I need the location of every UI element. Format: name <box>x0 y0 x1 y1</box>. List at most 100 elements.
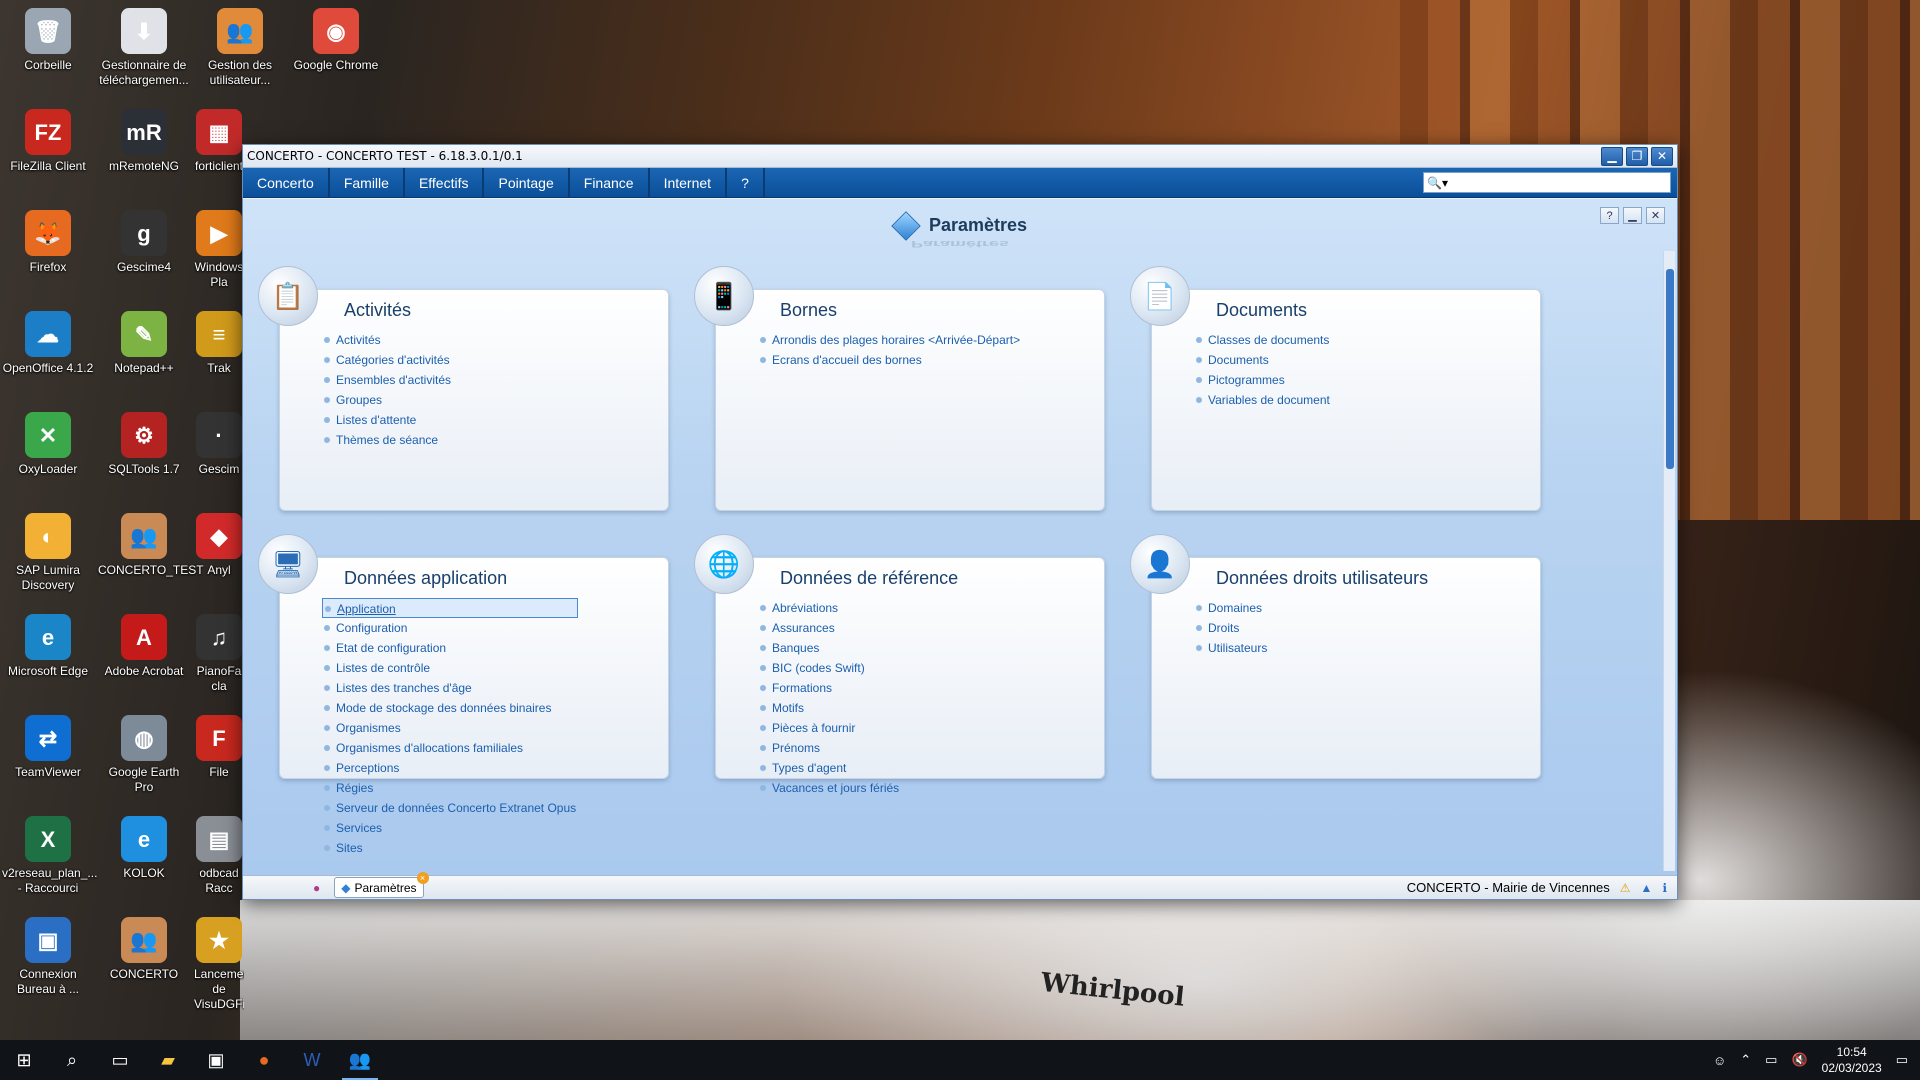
menu-pointage[interactable]: Pointage <box>484 167 570 198</box>
notification-icon[interactable]: ▭ <box>1896 1052 1908 1068</box>
panel-link[interactable]: Droits <box>1194 618 1267 638</box>
volume-muted-icon[interactable]: 🔇 <box>1791 1052 1807 1068</box>
panel-link[interactable]: Formations <box>758 678 899 698</box>
desktop-icon[interactable]: 👥 CONCERTO_TEST <box>98 513 204 578</box>
desktop-icon[interactable]: ▤ odbcad Racc <box>194 816 244 896</box>
terminal-icon[interactable]: ▣ <box>192 1040 240 1080</box>
menu-finance[interactable]: Finance <box>570 167 650 198</box>
start-icon[interactable]: ⊞ <box>0 1040 48 1080</box>
panel-link[interactable]: Thèmes de séance <box>322 430 451 450</box>
desktop-icon[interactable]: ♫ PianoFa cla <box>194 614 244 694</box>
desktop-icon[interactable]: Xv2reseau_plan_... - Raccourci <box>2 816 97 896</box>
desktop-icon[interactable]: 👥 CONCERTO <box>98 917 190 982</box>
panel-link[interactable]: Serveur de données Concerto Extranet Opu… <box>322 798 578 818</box>
desktop-icon[interactable]: ✎ Notepad++ <box>98 311 190 376</box>
desktop-icon[interactable]: ⇄ TeamViewer <box>2 715 94 780</box>
panel-link[interactable]: Activités <box>322 330 451 350</box>
menu-concerto[interactable]: Concerto <box>243 167 330 198</box>
search-input[interactable]: 🔍▾ <box>1423 172 1671 193</box>
panel-link[interactable]: Etat de configuration <box>322 638 578 658</box>
panel-link[interactable]: Application <box>322 598 578 618</box>
panel-link[interactable]: Motifs <box>758 698 899 718</box>
desktop-icon[interactable]: 🦊 Firefox <box>2 210 94 275</box>
desktop-icon[interactable]: · Gescim <box>194 412 244 477</box>
search-icon[interactable]: 🔍▾ <box>1427 176 1448 190</box>
desktop-icon[interactable]: ☁ OpenOffice 4.1.2 <box>2 311 94 376</box>
minimize-panel-icon[interactable]: ▁ <box>1623 207 1642 224</box>
panel-link[interactable]: Listes de contrôle <box>322 658 578 678</box>
panel-link[interactable]: Ecrans d'accueil des bornes <box>758 350 1020 370</box>
chevron-up-icon[interactable]: ⌃ <box>1740 1052 1751 1068</box>
panel-link[interactable]: Variables de document <box>1194 390 1330 410</box>
clock[interactable]: 10:54 02/03/2023 <box>1822 1044 1882 1076</box>
panel-link[interactable]: Pièces à fournir <box>758 718 899 738</box>
panel-link[interactable]: Perceptions <box>322 758 578 778</box>
search-icon[interactable]: ⌕ <box>48 1040 96 1080</box>
concerto-taskbar-icon[interactable]: 👥 <box>336 1040 384 1080</box>
word-icon[interactable]: W <box>288 1040 336 1080</box>
desktop-icon[interactable]: ▶ Windows Pla <box>194 210 244 290</box>
desktop-icon[interactable]: ⬇ Gestionnaire de téléchargemen... <box>98 8 190 88</box>
window-titlebar[interactable]: CONCERTO - CONCERTO TEST - 6.18.3.0.1/0.… <box>243 145 1677 168</box>
desktop-icon[interactable]: ◉ Google Chrome <box>290 8 382 73</box>
panel-link[interactable]: Vacances et jours fériés <box>758 778 899 798</box>
desktop-icon[interactable]: 👥 Gestion des utilisateur... <box>194 8 286 88</box>
desktop-icon[interactable]: ▣ Connexion Bureau à ... <box>2 917 94 997</box>
people-icon[interactable]: ☺ <box>1713 1053 1726 1068</box>
desktop-icon[interactable]: e Microsoft Edge <box>2 614 94 679</box>
desktop-icon[interactable]: F File <box>194 715 244 780</box>
panel-link[interactable]: Arrondis des plages horaires <Arrivée-Dé… <box>758 330 1020 350</box>
task-view-icon[interactable]: ▭ <box>96 1040 144 1080</box>
panel-link[interactable]: BIC (codes Swift) <box>758 658 899 678</box>
desktop-icon[interactable]: 🗑 Corbeille <box>2 8 94 73</box>
panel-link[interactable]: Utilisateurs <box>1194 638 1267 658</box>
open-tab-parametres[interactable]: ◆ Paramètres × <box>334 872 429 898</box>
panel-link[interactable]: Organismes <box>322 718 578 738</box>
desktop-icon[interactable]: ≡ Trak <box>194 311 244 376</box>
panel-link[interactable]: Listes des tranches d'âge <box>322 678 578 698</box>
desktop-icon[interactable]: ▦ forticlient <box>194 109 244 174</box>
panel-link[interactable]: Classes de documents <box>1194 330 1330 350</box>
firefox-icon[interactable]: ● <box>240 1040 288 1080</box>
minimize-button[interactable]: ▁ <box>1601 146 1623 166</box>
file-explorer-icon[interactable]: ▰ <box>144 1040 192 1080</box>
panel-link[interactable]: Organismes d'allocations familiales <box>322 738 578 758</box>
panel-link[interactable]: Prénoms <box>758 738 899 758</box>
desktop-icon[interactable]: mR mRemoteNG <box>98 109 190 174</box>
info-icon[interactable]: ℹ <box>1662 881 1667 895</box>
desktop-icon[interactable]: ⚙ SQLTools 1.7 <box>98 412 190 477</box>
panel-link[interactable]: Listes d'attente <box>322 410 451 430</box>
desktop-icon[interactable]: ◐ SAP Lumira Discovery <box>2 513 94 593</box>
panel-link[interactable]: Services <box>322 818 578 838</box>
panel-link[interactable]: Types d'agent <box>758 758 899 778</box>
panel-link[interactable]: Groupes <box>322 390 451 410</box>
desktop-icon[interactable]: A Adobe Acrobat <box>98 614 190 679</box>
desktop-icon[interactable]: FZ FileZilla Client <box>2 109 94 174</box>
panel-link[interactable]: Ensembles d'activités <box>322 370 451 390</box>
vertical-scrollbar[interactable] <box>1663 251 1675 871</box>
menu-help[interactable]: ? <box>727 167 765 198</box>
user-icon[interactable]: ▲ <box>1641 881 1653 895</box>
panel-link[interactable]: Catégories d'activités <box>322 350 451 370</box>
panel-link[interactable]: Pictogrammes <box>1194 370 1330 390</box>
network-icon[interactable]: ▭ <box>1765 1052 1777 1068</box>
close-button[interactable]: ✕ <box>1651 146 1673 166</box>
panel-link[interactable]: Domaines <box>1194 598 1267 618</box>
desktop-icon[interactable]: g Gescime4 <box>98 210 190 275</box>
desktop-icon[interactable]: ★Lancement de VisuDGFiP <box>194 917 244 1012</box>
desktop-icon[interactable]: e KOLOK <box>98 816 190 881</box>
scrollbar-thumb[interactable] <box>1666 269 1674 469</box>
warning-icon[interactable]: ⚠ <box>1620 881 1631 895</box>
menu-famille[interactable]: Famille <box>330 167 405 198</box>
panel-link[interactable]: Mode de stockage des données binaires <box>322 698 578 718</box>
panel-link[interactable]: Sites <box>322 838 578 858</box>
panel-link[interactable]: Documents <box>1194 350 1330 370</box>
panel-link[interactable]: Abréviations <box>758 598 899 618</box>
desktop-icon[interactable]: ◍ Google Earth Pro <box>98 715 190 795</box>
help-icon[interactable]: ? <box>1600 207 1619 224</box>
menu-internet[interactable]: Internet <box>650 167 728 198</box>
menu-effectifs[interactable]: Effectifs <box>405 167 485 198</box>
panel-link[interactable]: Régies <box>322 778 578 798</box>
panel-link[interactable]: Assurances <box>758 618 899 638</box>
close-tab-icon[interactable]: × <box>416 872 429 884</box>
